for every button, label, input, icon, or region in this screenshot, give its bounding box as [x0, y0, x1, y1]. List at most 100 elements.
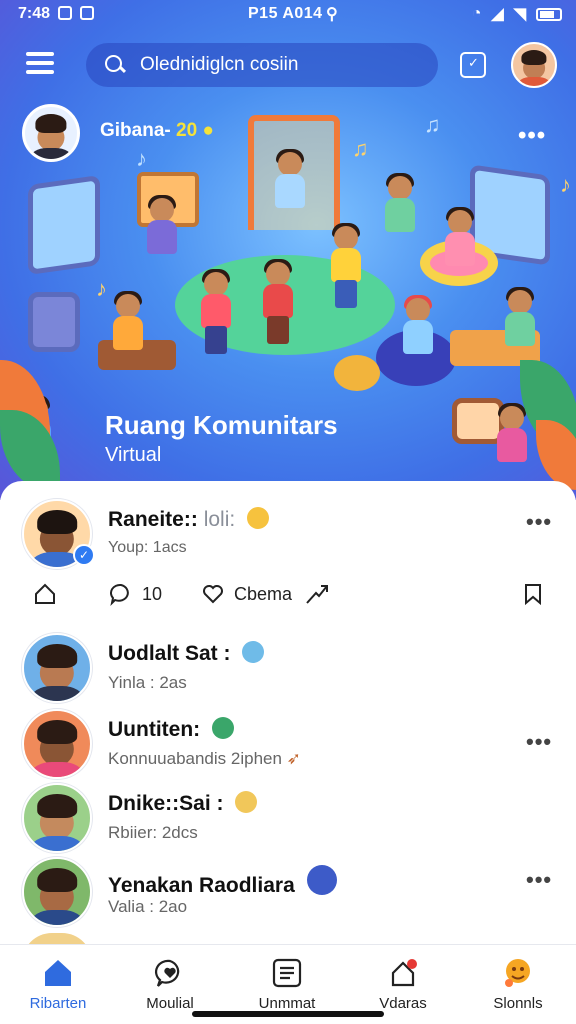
emoji-face-icon: [306, 865, 337, 895]
feed: ✓ Raneite:: loli: Youp: 1acs ••• 10 Cbem…: [0, 481, 576, 963]
nav-home[interactable]: Ribarten: [8, 957, 108, 1012]
post-author-name: Raneite::: [108, 508, 198, 531]
home-indicator: [192, 1011, 384, 1017]
post-card[interactable]: ✓ Raneite:: loli: Youp: 1acs ••• 10 Cbem…: [0, 481, 576, 621]
comment-button[interactable]: 10: [108, 581, 162, 607]
status-time: 7:48: [18, 5, 51, 22]
list-item-name: Dnike::Sai :: [108, 791, 258, 816]
nav-notifications[interactable]: Vdaras: [353, 957, 453, 1012]
post-actions: 10 Cbema: [0, 577, 576, 613]
list-item-name: Uodlalt Sat :: [108, 641, 265, 666]
list-item-avatar[interactable]: [22, 783, 92, 853]
smile-emoji-icon: [247, 507, 270, 529]
nav-notifications-label: Vdaras: [379, 995, 427, 1012]
globe-emoji-icon: [242, 641, 265, 663]
music-note-icon: ♪: [560, 172, 571, 197]
nav-home-label: Ribarten: [29, 995, 87, 1012]
signal-icon: ◢: [491, 6, 504, 23]
status-bar: 7:48 P15 A014 ⚲ ◔ ◢ ◥: [0, 0, 576, 30]
share-button[interactable]: [304, 581, 330, 607]
share-arrow-icon: [306, 585, 328, 604]
list-item-name: Uuntiten:: [108, 717, 234, 742]
list-item-subtitle: Yinla : 2as: [108, 673, 187, 692]
list-item[interactable]: Dnike::Sai : Rbiier: 2dcs: [0, 783, 576, 857]
list-item-title: Uodlalt Sat :: [108, 642, 231, 665]
like-button[interactable]: Cbema: [200, 581, 292, 607]
leaf-right-2: [536, 420, 576, 490]
menu-icon[interactable]: [26, 52, 54, 76]
face-emoji-icon: [235, 791, 258, 813]
music-note-icon: ♪: [136, 146, 147, 171]
list-item-subtitle-text: Konnuuabandis 2iphen: [108, 749, 282, 768]
list-item-avatar[interactable]: [22, 633, 92, 703]
like-label: Cbema: [234, 583, 293, 604]
music-note-icon: ♪: [96, 276, 107, 301]
nav-list[interactable]: Unmmat: [237, 957, 337, 1012]
nav-list-label: Unmmat: [258, 995, 316, 1012]
search-icon: [104, 54, 126, 76]
hand-emoji-icon: ➶: [286, 749, 301, 768]
host-avatar[interactable]: [22, 104, 80, 162]
nav-messages[interactable]: Moulial: [120, 957, 220, 1012]
profile-avatar[interactable]: [511, 42, 557, 88]
screen-left-2: [28, 292, 80, 352]
screen-left: [28, 174, 100, 276]
notification-icon: [387, 957, 419, 989]
search-bar[interactable]: Olednidiglcn cosiin: [86, 43, 438, 87]
verified-badge-icon: ✓: [73, 544, 95, 566]
list-item-avatar[interactable]: [22, 857, 92, 927]
wifi-icon: ◥: [513, 6, 526, 23]
profile-icon: [502, 957, 534, 989]
battery-icon: [536, 7, 562, 21]
post-more-icon[interactable]: •••: [526, 509, 552, 535]
pouf: [334, 355, 380, 391]
list-item-subtitle: Rbiier: 2dcs: [108, 823, 198, 842]
host-label: Gibana- 20 ●: [100, 120, 214, 142]
house-icon: [35, 583, 55, 604]
notification-icon: [58, 6, 72, 20]
music-note-icon: ♫: [352, 136, 369, 161]
list-item-title: Dnike::Sai :: [108, 792, 224, 815]
list-item-more-icon[interactable]: •••: [526, 729, 552, 755]
hero-banner: ♫ ♫ ♪ ♪ ♪ 7:48 P15 A014 ⚲ ◔ ◢ ◥ Olednidi…: [0, 0, 576, 500]
post-author: Raneite:: loli:: [108, 507, 270, 532]
home-icon: [42, 957, 74, 989]
host-badge-icon: ●: [202, 120, 214, 141]
chat-heart-icon: [154, 957, 186, 989]
room-title: Ruang Komunitars: [105, 410, 338, 440]
home-share-button[interactable]: [32, 581, 58, 607]
post-time: Youp: 1acs: [108, 539, 187, 556]
nav-profile[interactable]: Slonnls: [468, 957, 568, 1012]
host-name: Gibana-: [100, 120, 171, 141]
bookmark-icon: [525, 584, 541, 606]
leaf-left-2: [0, 410, 60, 490]
more-options-icon[interactable]: •••: [518, 122, 546, 150]
room-subtitle: Virtual: [105, 444, 162, 466]
nav-profile-label: Slonnls: [493, 995, 543, 1012]
list-item-subtitle: Konnuuabandis 2iphen ➶: [108, 749, 301, 769]
list-item[interactable]: Uodlalt Sat : Yinla : 2as: [0, 633, 576, 707]
heart-icon: [203, 585, 223, 604]
post-author-tag: loli:: [203, 508, 236, 531]
list-item-avatar[interactable]: [22, 709, 92, 779]
bookmark-button[interactable]: [520, 581, 546, 607]
list-icon: [271, 957, 303, 989]
app-notification-icon: [80, 6, 94, 20]
host-count: 20: [176, 120, 198, 141]
search-input[interactable]: Olednidiglcn cosiin: [140, 54, 298, 76]
list-item[interactable]: Uuntiten: Konnuuabandis 2iphen ➶ •••: [0, 709, 576, 783]
list-item-subtitle: Valia : 2ao: [108, 897, 188, 916]
list-item-more-icon[interactable]: •••: [526, 867, 552, 893]
music-note-icon: ♫: [424, 112, 441, 137]
list-item[interactable]: Yenakan Raodliara Valia : 2ao •••: [0, 857, 576, 931]
calendar-icon[interactable]: [460, 52, 486, 78]
comment-count: 10: [142, 583, 163, 604]
alarm-icon: ◔: [471, 5, 482, 22]
location-icon: ⚲: [326, 6, 338, 23]
plant-emoji-icon: [212, 717, 234, 739]
nav-messages-label: Moulial: [146, 995, 194, 1012]
status-center-text: P15 A014: [248, 5, 323, 22]
list-item-title: Yenakan Raodliara: [108, 874, 295, 897]
list-item-name: Yenakan Raodliara: [108, 865, 337, 898]
list-item-title: Uuntiten:: [108, 718, 201, 741]
